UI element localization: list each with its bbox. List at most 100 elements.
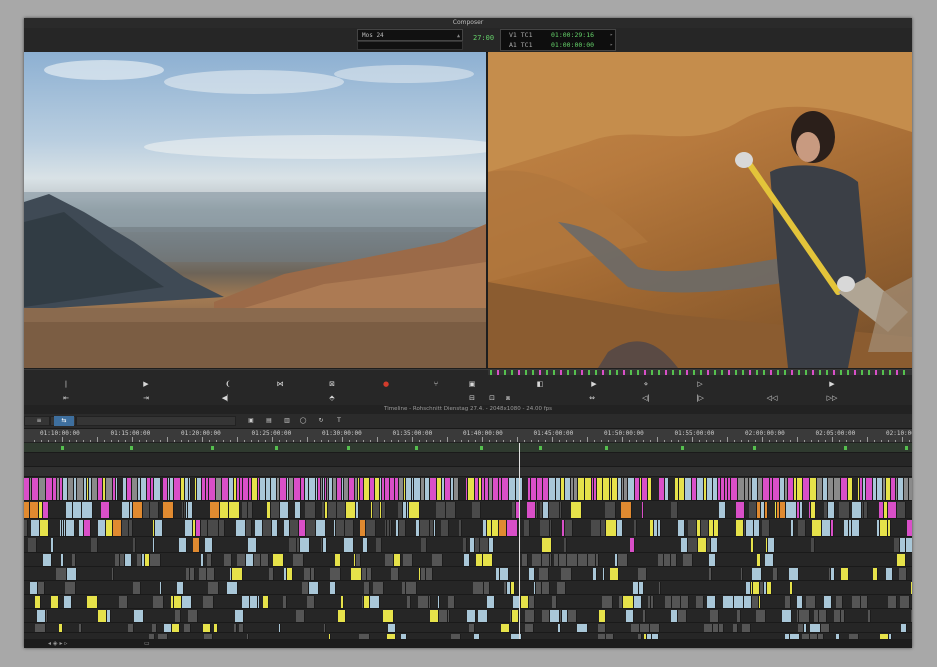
timeline-clip[interactable] [799, 610, 810, 622]
timeline-clip[interactable] [125, 554, 132, 566]
timeline-clip[interactable] [72, 554, 76, 566]
timeline-clip[interactable] [235, 610, 244, 622]
timeline-clip[interactable] [557, 582, 566, 594]
marker[interactable] [61, 446, 65, 450]
timeline-clip[interactable] [696, 596, 704, 608]
timeline-clip[interactable] [542, 582, 550, 594]
timeline-clip[interactable] [459, 520, 462, 536]
timeline-clip[interactable] [507, 520, 518, 536]
timeline-clip[interactable] [911, 610, 912, 622]
timeline-clip[interactable] [591, 520, 601, 536]
timeline-clip[interactable] [828, 502, 835, 518]
timeline-clip[interactable] [489, 538, 494, 552]
timeline-clip[interactable] [272, 520, 278, 536]
timeline-clip[interactable] [798, 520, 806, 536]
extract-icon[interactable]: ⇔ [584, 392, 600, 404]
timeline-scale-bar[interactable] [76, 416, 236, 426]
timeline-clip[interactable] [719, 502, 726, 518]
timeline-clip[interactable] [797, 596, 803, 608]
timeline-clip[interactable] [642, 502, 644, 518]
timeline-clip[interactable] [438, 596, 440, 608]
timeline-clip[interactable] [558, 624, 561, 632]
timeline-clip[interactable] [754, 520, 760, 536]
timeline-clip[interactable] [866, 478, 873, 500]
jog-forward-icon[interactable]: |▷ [692, 392, 708, 404]
timeline-clip[interactable] [736, 520, 744, 536]
timeline-clip[interactable] [864, 502, 868, 518]
timeline-clip[interactable] [201, 520, 208, 536]
timeline-clip[interactable] [370, 596, 380, 608]
timeline-clip[interactable] [585, 478, 592, 500]
timeline-clip[interactable] [602, 596, 613, 608]
timeline-clip[interactable] [738, 478, 745, 500]
timeline-clip[interactable] [207, 554, 212, 566]
timeline-clip[interactable] [734, 596, 744, 608]
timeline-clip[interactable] [394, 554, 401, 566]
timeline-clip[interactable] [617, 520, 623, 536]
track-row[interactable] [24, 553, 912, 567]
playhead[interactable] [519, 443, 520, 639]
timeline-clip[interactable] [640, 624, 650, 632]
timeline-clip[interactable] [524, 520, 530, 536]
timeline-clip[interactable] [429, 596, 431, 608]
marker[interactable] [274, 446, 278, 450]
timeline-clip[interactable] [246, 520, 252, 536]
mark-clip-icon[interactable]: ❨ [220, 378, 236, 390]
timeline-clip[interactable] [220, 502, 229, 518]
timeline-clip[interactable] [324, 624, 326, 632]
marker[interactable] [680, 446, 684, 450]
timeline-clip[interactable] [179, 538, 187, 552]
timeline-clip[interactable] [463, 538, 467, 552]
timeline-clip[interactable] [246, 554, 254, 566]
play-icon[interactable]: ▶ [824, 378, 840, 390]
timeline-clip[interactable] [521, 596, 529, 608]
timeline-clip[interactable] [800, 502, 803, 518]
timeline-clip[interactable] [73, 502, 82, 518]
timeline-clip[interactable] [219, 520, 225, 536]
timeline-clip[interactable] [746, 520, 754, 536]
timeline-clip[interactable] [906, 538, 912, 552]
timeline-clip[interactable] [821, 624, 830, 632]
timeline-clip[interactable] [346, 502, 356, 518]
timeline-clip[interactable] [119, 596, 128, 608]
timeline-clip[interactable] [711, 538, 718, 552]
timeline-clip[interactable] [43, 554, 52, 566]
timeline-clip[interactable] [112, 568, 114, 580]
timeline-clip[interactable] [279, 624, 281, 632]
timeline-clip[interactable] [373, 502, 380, 518]
timeline-clip[interactable] [269, 568, 274, 580]
timeline-clip[interactable] [880, 520, 888, 536]
timeline-clip[interactable] [134, 610, 144, 622]
timeline-clip[interactable] [630, 538, 635, 552]
timeline-clip[interactable] [900, 596, 910, 608]
timeline-clip[interactable] [834, 478, 841, 500]
timeline-clip[interactable] [464, 554, 470, 566]
timeline-clip[interactable] [190, 568, 195, 580]
chevron-icon[interactable]: ▸ [610, 30, 613, 40]
track-row[interactable] [24, 477, 912, 501]
timeline-clip[interactable] [46, 478, 53, 500]
record-monitor[interactable] [488, 52, 912, 368]
timeline-clip[interactable] [172, 624, 180, 632]
timeline-clip[interactable] [492, 520, 499, 536]
timeline-clip[interactable] [163, 502, 174, 518]
timeline-clip[interactable] [87, 596, 98, 608]
timeline-clip[interactable] [723, 596, 734, 608]
timeline-clip[interactable] [418, 596, 429, 608]
timeline-clip[interactable] [414, 478, 421, 500]
timecode-display[interactable]: V1 TC1 01:00:29:16 ▸ A1 TC1 01:00:00:00 … [500, 29, 616, 51]
circle-icon[interactable]: ◯ [298, 416, 308, 426]
timeline-clip[interactable] [897, 554, 906, 566]
timeline-clip[interactable] [762, 520, 770, 536]
timeline-clip[interactable] [542, 538, 552, 552]
timeline-clip[interactable] [638, 568, 647, 580]
timeline-clip[interactable] [468, 478, 475, 500]
timeline-clip[interactable] [441, 520, 449, 536]
timeline-clip[interactable] [529, 568, 535, 580]
timeline-clip[interactable] [113, 520, 122, 536]
timeline-clip[interactable] [593, 568, 597, 580]
timeline-clip[interactable] [30, 582, 38, 594]
timeline-clip[interactable] [605, 502, 616, 518]
bin-icon[interactable]: ▣ [246, 416, 256, 426]
timeline-clip[interactable] [164, 624, 172, 632]
